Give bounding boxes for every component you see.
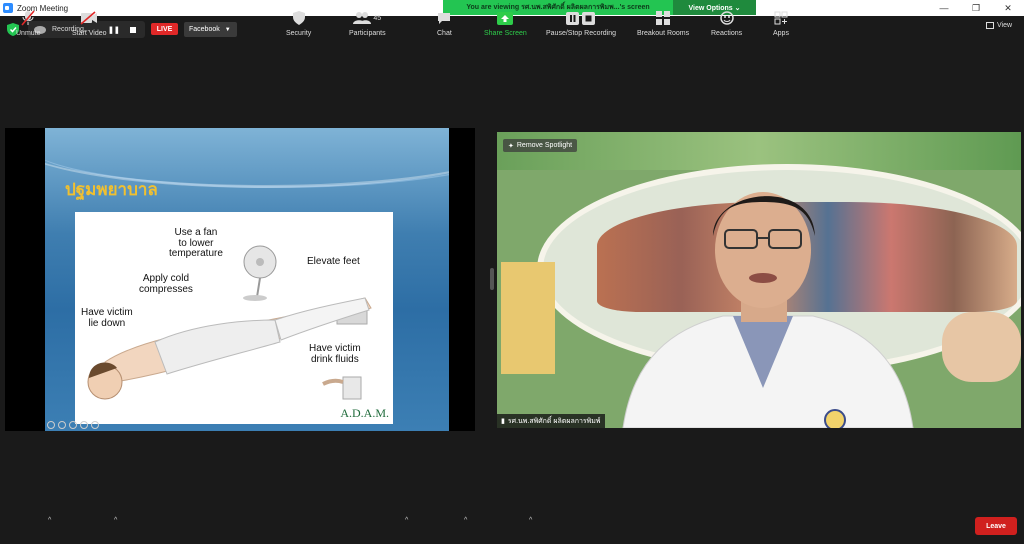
chat-label: Chat [437,30,452,37]
livestream-target-dropdown[interactable]: Facebook ▼ [184,22,237,37]
breakout-rooms-button[interactable]: Breakout Rooms [637,10,689,37]
share-screen-icon [497,10,514,26]
start-video-label: Start Video [72,30,107,37]
breakout-rooms-label: Breakout Rooms [637,30,690,37]
video-off-icon [80,10,98,26]
start-video-button[interactable]: Start Video [72,10,107,37]
participants-count: 45 [373,14,382,22]
caption-lie-down: Have victim lie down [81,307,133,329]
audio-options-caret[interactable]: ^ [48,517,51,524]
stop-recording-button[interactable] [129,26,136,33]
smiley-icon [719,10,734,26]
close-button[interactable]: ✕ [992,0,1024,16]
caption-drink-fluids: Have victim drink fluids [309,343,361,365]
participant-name-tag: ▮ รศ.นพ.สพิศักดิ์ ผลิตผลการพิมพ์ [497,414,605,428]
share-screen-label: Share Screen [484,30,527,37]
grid-view-icon [986,22,994,29]
muted-microphone-icon [21,10,35,26]
share-options-caret[interactable]: ^ [529,517,532,524]
adam-watermark: A.D.A.M. [340,406,389,420]
reactions-button[interactable]: Reactions [711,10,742,37]
pause-stop-recording-label: Pause/Stop Recording [546,30,617,37]
zoom-meeting-window: Zoom Meeting — ❐ ✕ You are viewing รศ.นพ… [0,0,1024,544]
participants-button[interactable]: 45 Participants [349,10,386,37]
chat-options-caret[interactable]: ^ [464,517,467,524]
security-button[interactable]: Security [286,10,311,37]
apps-icon [774,10,788,26]
video-options-caret[interactable]: ^ [114,517,117,524]
live-badge: LIVE [151,23,178,35]
speaker-person [622,192,914,428]
slide-tool-icon[interactable] [69,421,77,429]
pause-stop-recording-button[interactable]: Pause/Stop Recording [546,10,616,37]
pause-stop-icon [566,10,596,26]
unmute-label: Unmute [16,30,41,37]
minimize-button[interactable]: — [928,0,960,16]
chevron-down-icon: ▼ [224,26,231,33]
caption-use-fan: Use a fan to lower temperature [169,227,223,259]
chat-bubble-icon [437,10,451,26]
participants-icon: 45 [353,10,381,26]
breakout-rooms-icon [656,10,671,26]
apps-button[interactable]: Apps [773,10,789,37]
first-aid-illustration: Use a fan to lower temperature Apply cold c… [75,212,393,424]
zoom-logo-icon [3,3,13,13]
share-screen-button[interactable]: Share Screen [484,10,527,37]
remove-spotlight-button[interactable]: ✦ Remove Spotlight [503,139,578,152]
caption-elevate-feet: Elevate feet [307,256,360,267]
slide-tool-icon[interactable] [58,421,66,429]
unmute-button[interactable]: Unmute [16,10,41,37]
shared-screen-panel: ปฐมพยาบาล Use a fan to lower temperature… [5,128,475,431]
restore-button[interactable]: ❐ [960,0,992,16]
video-background-baby [942,312,1021,382]
video-background-poster [501,262,555,374]
security-shield-icon [292,10,305,26]
participant-name: รศ.นพ.สพิศักดิ์ ผลิตผลการพิมพ์ [507,417,601,425]
participants-options-caret[interactable]: ^ [405,517,408,524]
speaker-video-panel: ✦ Remove Spotlight ▮ รศ.นพ.สพิศักดิ์ ผลิ… [497,132,1021,428]
pause-recording-button[interactable]: ❚❚ [108,26,120,34]
security-label: Security [286,30,312,37]
slide-tool-icon[interactable] [91,421,99,429]
remove-spotlight-label: Remove Spotlight [516,142,573,149]
slide-tool-icon[interactable] [80,421,88,429]
livestream-target-label: Facebook [189,26,220,33]
view-label: View [997,22,1013,29]
reactions-label: Reactions [711,30,743,37]
caption-cold-compresses: Apply cold compresses [139,273,193,295]
slide-tool-icon[interactable] [47,421,55,429]
pin-icon: ✦ [508,142,514,150]
leave-button[interactable]: Leave [975,517,1017,535]
presentation-slide: ปฐมพยาบาล Use a fan to lower temperature… [45,128,449,431]
signal-strength-icon: ▮ [501,418,505,425]
participants-label: Participants [349,30,386,37]
slide-tools [47,421,99,429]
view-layout-button[interactable]: View [986,22,1012,29]
apps-label: Apps [773,30,789,37]
panel-resize-handle[interactable] [490,268,494,290]
chat-button[interactable]: Chat [437,10,452,37]
slide-title: ปฐมพยาบาล [65,180,158,199]
meeting-toolbar [0,504,1024,544]
